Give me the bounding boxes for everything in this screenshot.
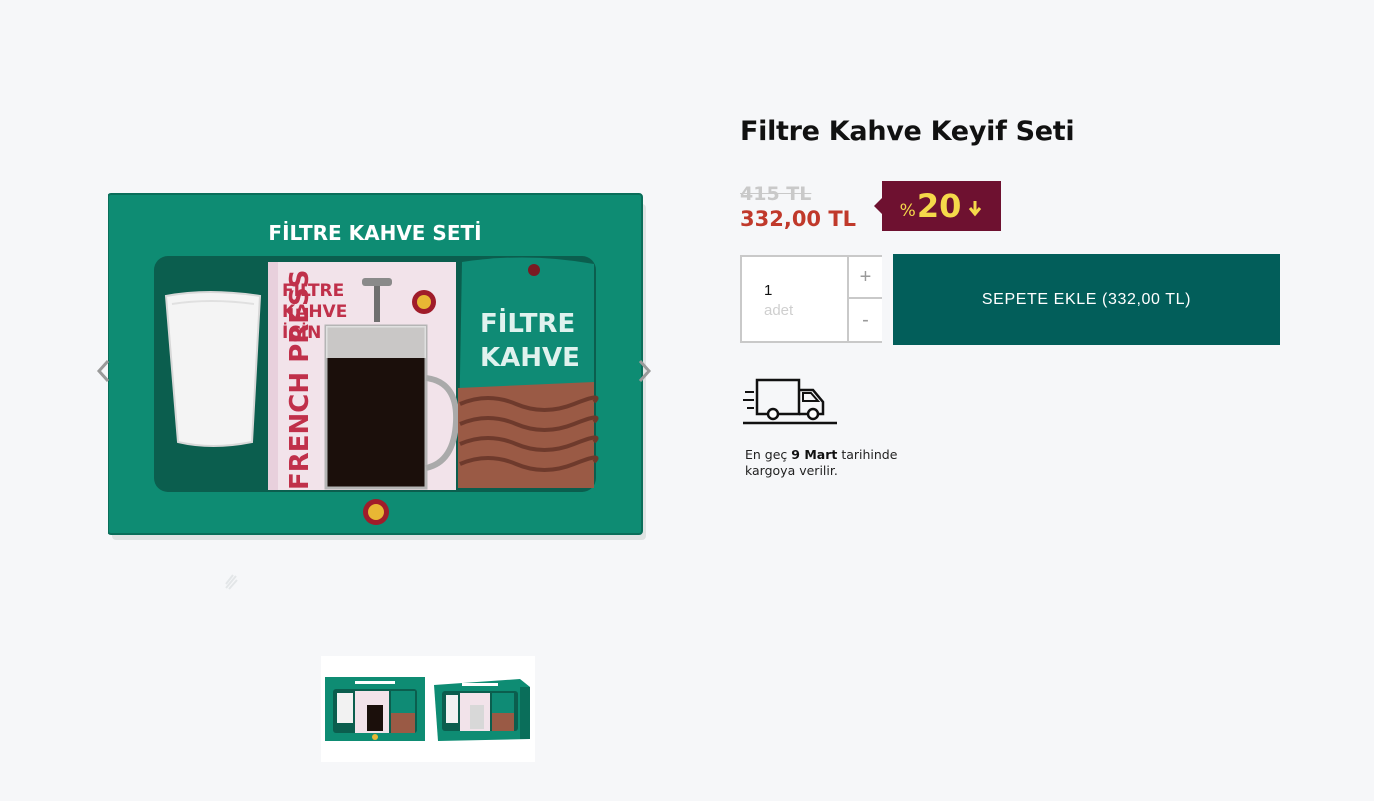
add-to-cart-button[interactable]: SEPETE EKLE (332,00 TL) — [893, 254, 1280, 345]
discount-value: 20 — [916, 187, 962, 225]
delivery-prefix: En geç — [745, 447, 792, 462]
sale-price: 332,00 TL — [740, 207, 857, 231]
arrow-down-icon — [969, 201, 982, 217]
old-price: 415 TL — [740, 183, 812, 205]
main-product-image[interactable]: FİLTRE KAHVE SETİ FİLTRE KAHVE İÇİN FREN… — [108, 192, 646, 540]
next-image-arrow-icon[interactable] — [632, 356, 656, 386]
delivery-estimate: En geç 9 Mart tarihinde kargoya verilir. — [745, 447, 945, 479]
delivery-truck-icon — [743, 376, 837, 426]
quantity-unit: adet — [764, 302, 794, 319]
svg-text:KAHVE: KAHVE — [480, 343, 580, 373]
previous-image-arrow-icon[interactable] — [92, 356, 116, 386]
product-title: Filtre Kahve Keyif Seti — [740, 116, 1075, 147]
zoom-hint-icon — [222, 570, 240, 592]
discount-badge: % 20 — [874, 181, 1001, 231]
increase-quantity-button[interactable]: + — [847, 257, 882, 299]
delivery-line2: kargoya verilir. — [745, 463, 838, 478]
decrease-quantity-button[interactable]: - — [847, 299, 882, 341]
delivery-suffix: tarihinde — [837, 447, 898, 462]
quantity-stepper: adet + - — [740, 255, 882, 343]
svg-text:FRENCH PRESS: FRENCH PRESS — [285, 270, 315, 490]
thumbnail-2[interactable] — [428, 656, 535, 762]
delivery-date: 9 Mart — [791, 447, 838, 462]
product-gallery: FİLTRE KAHVE SETİ FİLTRE KAHVE İÇİN FREN… — [92, 170, 662, 590]
thumbnail-1[interactable] — [321, 656, 428, 762]
quantity-input[interactable] — [764, 282, 834, 299]
box-title: FİLTRE KAHVE SETİ — [268, 221, 481, 245]
discount-percent-symbol: % — [899, 201, 916, 221]
svg-text:FİLTRE: FİLTRE — [480, 307, 575, 339]
thumbnail-strip — [321, 656, 535, 762]
